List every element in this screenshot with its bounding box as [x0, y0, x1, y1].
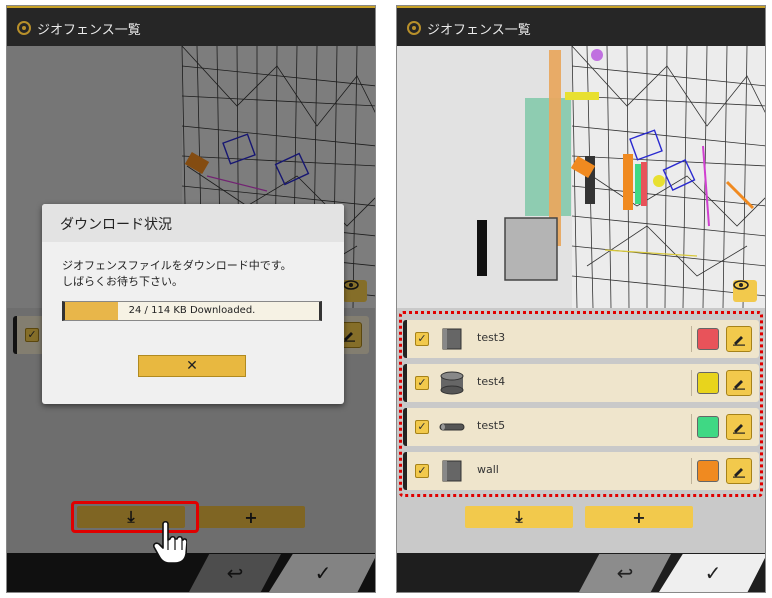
close-button[interactable]: ✕ [138, 355, 246, 377]
dialog-header: ダウンロード状況 [42, 204, 344, 242]
eye-icon[interactable] [733, 280, 757, 302]
geofence-icon [407, 21, 421, 35]
dialog-message-line2: しばらくお待ち下さい。 [62, 275, 183, 288]
download-button[interactable]: ⤓ [465, 506, 573, 528]
screenshot-root: ジオフェンス一覧 ✓ ⤓ + ↩ ✓ ダウンロード状況 ジオフェンスファイルをダ… [0, 0, 772, 598]
geofence-icon [17, 21, 31, 35]
title-bar: ジオフェンス一覧 [397, 6, 765, 46]
dialog-message: ジオフェンスファイルをダウンロード中です。 しばらくお待ち下さい。 [62, 258, 332, 290]
add-button[interactable]: + [585, 506, 693, 528]
progress-text: 24 / 114 KB Downloaded. [128, 305, 256, 316]
download-status-dialog: ダウンロード状況 ジオフェンスファイルをダウンロード中です。 しばらくお待ち下さ… [42, 204, 344, 404]
title-bar: ジオフェンス一覧 [7, 6, 375, 46]
right-screen: ジオフェンス一覧 ✓ test3 ✓ test4 ✓ test5 ✓ wall … [396, 5, 766, 593]
list-highlight-frame [399, 311, 763, 497]
mesh-view [397, 46, 765, 308]
dialog-message-line1: ジオフェンスファイルをダウンロード中です。 [62, 259, 292, 272]
page-title: ジオフェンス一覧 [37, 23, 141, 38]
left-screen: ジオフェンス一覧 ✓ ⤓ + ↩ ✓ ダウンロード状況 ジオフェンスファイルをダ… [6, 5, 376, 593]
hand-pointer-icon [153, 520, 187, 564]
page-title: ジオフェンス一覧 [427, 23, 531, 38]
download-progress-bar: 24 / 114 KB Downloaded. [62, 301, 322, 321]
dialog-title: ダウンロード状況 [60, 217, 172, 233]
3d-viewport[interactable] [397, 46, 765, 308]
